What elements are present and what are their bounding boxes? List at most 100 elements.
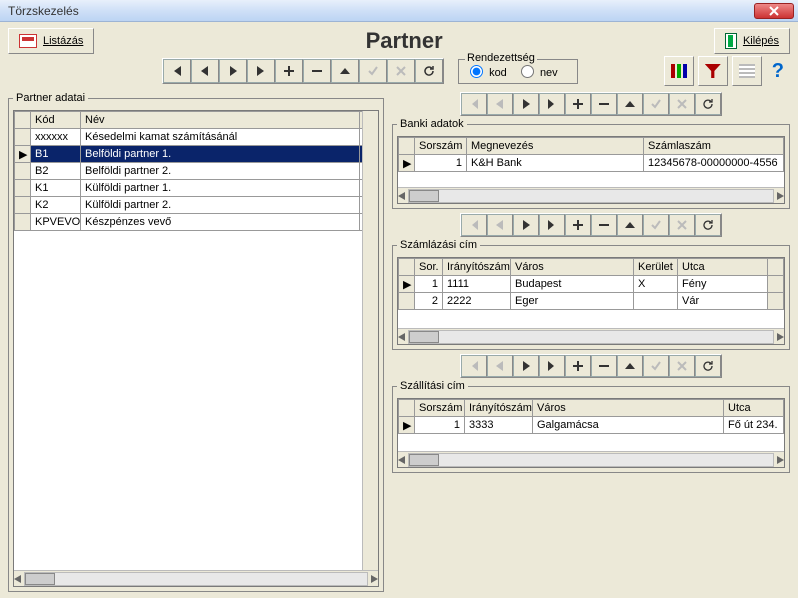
col-varos[interactable]: Város bbox=[511, 259, 634, 276]
znav-cancel[interactable] bbox=[669, 355, 695, 377]
col-utca[interactable]: Utca bbox=[724, 400, 784, 417]
table-row[interactable]: KPVEVOKészpénzes vevő bbox=[15, 214, 378, 231]
znav-add[interactable] bbox=[565, 355, 591, 377]
grid-button[interactable] bbox=[732, 56, 762, 86]
colorbar-button[interactable] bbox=[664, 56, 694, 86]
bnav-check[interactable] bbox=[643, 93, 669, 115]
bnav-remove[interactable] bbox=[591, 93, 617, 115]
close-button[interactable] bbox=[754, 3, 794, 19]
cell: X bbox=[634, 276, 678, 293]
snav-first[interactable] bbox=[461, 214, 487, 236]
col-szam[interactable]: Számlaszám bbox=[644, 138, 784, 155]
hscroll[interactable] bbox=[398, 451, 784, 467]
col-sor[interactable]: Sorszám bbox=[415, 400, 465, 417]
bank-legend: Banki adatok bbox=[397, 118, 467, 130]
col-ker[interactable]: Kerület bbox=[634, 259, 678, 276]
szamla-navigator bbox=[460, 213, 722, 237]
vscroll[interactable] bbox=[362, 111, 378, 570]
snav-last[interactable] bbox=[539, 214, 565, 236]
table-row[interactable]: K1Külföldi partner 1. bbox=[15, 180, 378, 197]
help-button[interactable]: ? bbox=[766, 60, 790, 83]
cell: K&H Bank bbox=[467, 155, 644, 172]
nav-add[interactable] bbox=[275, 59, 303, 83]
snav-next[interactable] bbox=[513, 214, 539, 236]
colorbar-icon bbox=[671, 64, 687, 78]
bnav-next[interactable] bbox=[513, 93, 539, 115]
partner-grid[interactable]: Kód Név N xxxxxxKésedelmi kamat számítás… bbox=[13, 110, 379, 587]
ordering-nev[interactable]: nev bbox=[516, 67, 558, 79]
cell: Galgamácsa bbox=[533, 417, 724, 434]
nav-cancel[interactable] bbox=[387, 59, 415, 83]
znav-up[interactable] bbox=[617, 355, 643, 377]
window-title: Törzskezelés bbox=[4, 4, 754, 18]
col-kod[interactable]: Kód bbox=[31, 112, 81, 129]
szall-navigator bbox=[460, 354, 722, 378]
znav-prev[interactable] bbox=[487, 355, 513, 377]
exit-button[interactable]: Kilépés bbox=[714, 28, 790, 54]
bnav-add[interactable] bbox=[565, 93, 591, 115]
printer-icon bbox=[19, 34, 37, 48]
nav-check[interactable] bbox=[359, 59, 387, 83]
cell: KPVEVO bbox=[31, 214, 81, 231]
cell: xxxxxx bbox=[31, 129, 81, 146]
snav-add[interactable] bbox=[565, 214, 591, 236]
cell: Vár bbox=[678, 293, 768, 310]
col-varos[interactable]: Város bbox=[533, 400, 724, 417]
cell: Fő út 234. bbox=[724, 417, 784, 434]
nav-next[interactable] bbox=[219, 59, 247, 83]
col-ir[interactable]: Irányítószám bbox=[443, 259, 511, 276]
filter-button[interactable] bbox=[698, 56, 728, 86]
ordering-kod[interactable]: kod bbox=[465, 67, 507, 79]
table-row[interactable]: 22222EgerVár bbox=[399, 293, 784, 310]
table-row[interactable]: ▶B1Belföldi partner 1. bbox=[15, 146, 378, 163]
nav-remove[interactable] bbox=[303, 59, 331, 83]
bnav-refresh[interactable] bbox=[695, 93, 721, 115]
snav-remove[interactable] bbox=[591, 214, 617, 236]
col-sor[interactable]: Sorszám bbox=[415, 138, 467, 155]
snav-cancel[interactable] bbox=[669, 214, 695, 236]
table-row[interactable]: B2Belföldi partner 2. bbox=[15, 163, 378, 180]
bnav-first[interactable] bbox=[461, 93, 487, 115]
bnav-cancel[interactable] bbox=[669, 93, 695, 115]
table-row[interactable]: ▶11111BudapestXFény bbox=[399, 276, 784, 293]
col-nev[interactable]: Név bbox=[81, 112, 360, 129]
snav-prev[interactable] bbox=[487, 214, 513, 236]
znav-check[interactable] bbox=[643, 355, 669, 377]
cell: Fény bbox=[678, 276, 768, 293]
table-row[interactable]: K2Külföldi partner 2. bbox=[15, 197, 378, 214]
table-row[interactable]: xxxxxxKésedelmi kamat számításánálm bbox=[15, 129, 378, 146]
znav-last[interactable] bbox=[539, 355, 565, 377]
bnav-last[interactable] bbox=[539, 93, 565, 115]
exit-button-label: Kilépés bbox=[743, 35, 779, 47]
nav-first[interactable] bbox=[163, 59, 191, 83]
main-navigator bbox=[162, 58, 444, 84]
table-row[interactable]: ▶13333GalgamácsaFő út 234. bbox=[399, 417, 784, 434]
col-sor[interactable]: Sor. bbox=[415, 259, 443, 276]
nav-prev[interactable] bbox=[191, 59, 219, 83]
hscroll[interactable] bbox=[14, 570, 378, 586]
znav-refresh[interactable] bbox=[695, 355, 721, 377]
nav-last[interactable] bbox=[247, 59, 275, 83]
znav-remove[interactable] bbox=[591, 355, 617, 377]
snav-refresh[interactable] bbox=[695, 214, 721, 236]
cell: B1 bbox=[31, 146, 81, 163]
table-row[interactable]: ▶1K&H Bank12345678-00000000-4556 bbox=[399, 155, 784, 172]
cell: 2222 bbox=[443, 293, 511, 310]
snav-check[interactable] bbox=[643, 214, 669, 236]
bnav-prev[interactable] bbox=[487, 93, 513, 115]
snav-up[interactable] bbox=[617, 214, 643, 236]
list-button[interactable]: Listázás bbox=[8, 28, 94, 54]
col-utca[interactable]: Utca bbox=[678, 259, 768, 276]
col-ir[interactable]: Irányítószám bbox=[465, 400, 533, 417]
nav-up[interactable] bbox=[331, 59, 359, 83]
cell: Külföldi partner 1. bbox=[81, 180, 360, 197]
col-meg[interactable]: Megnevezés bbox=[467, 138, 644, 155]
cell: Késedelmi kamat számításánál bbox=[81, 129, 360, 146]
nav-refresh[interactable] bbox=[415, 59, 443, 83]
znav-next[interactable] bbox=[513, 355, 539, 377]
bnav-up[interactable] bbox=[617, 93, 643, 115]
cell: B2 bbox=[31, 163, 81, 180]
hscroll[interactable] bbox=[398, 328, 784, 344]
znav-first[interactable] bbox=[461, 355, 487, 377]
hscroll[interactable] bbox=[398, 187, 784, 203]
